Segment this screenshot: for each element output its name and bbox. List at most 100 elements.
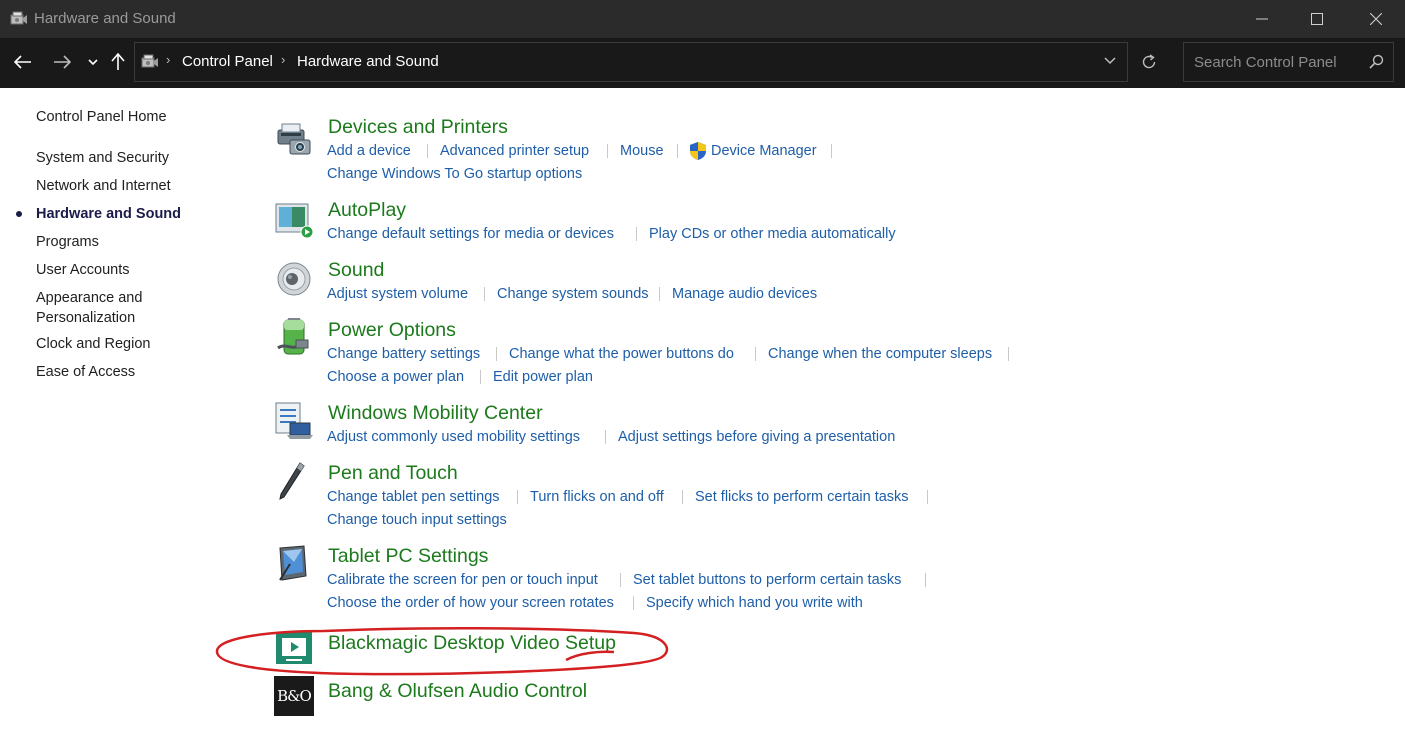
tablet-buttons-link[interactable]: Set tablet buttons to perform certain ta… [633,570,901,590]
nav-ease-of-access[interactable]: Ease of Access [36,362,135,382]
arrow-right-icon [54,55,71,69]
tablet-pen-settings-link[interactable]: Change tablet pen settings [327,487,500,507]
windows-mobility-center-title[interactable]: Windows Mobility Center [328,401,543,425]
link-separator [480,370,481,384]
adjust-system-volume-link[interactable]: Adjust system volume [327,284,468,304]
maximize-button[interactable] [1291,0,1343,38]
nav-hardware-and-sound[interactable]: Hardware and Sound [36,204,181,224]
nav-programs[interactable]: Programs [36,232,99,252]
link-separator [607,144,608,158]
link-separator [427,144,428,158]
search-placeholder: Search Control Panel [1194,54,1337,71]
uac-shield-icon [690,142,706,160]
choose-power-plan-link[interactable]: Choose a power plan [327,367,464,387]
link-separator [831,144,832,158]
play-cds-link[interactable]: Play CDs or other media automatically [649,224,896,244]
touch-input-settings-link[interactable]: Change touch input settings [327,510,507,530]
nav-system-and-security[interactable]: System and Security [36,148,169,168]
nav-appearance-line1[interactable]: Appearance and [36,288,142,308]
refresh-button[interactable] [1130,42,1168,82]
close-icon [1370,13,1382,25]
control-panel-icon [141,54,158,68]
chevron-down-icon [88,59,98,66]
nav-control-panel-home[interactable]: Control Panel Home [36,107,167,127]
battery-icon[interactable] [274,318,314,358]
chevron-right-icon: › [281,52,286,67]
sound-title[interactable]: Sound [328,258,384,282]
chevron-down-icon[interactable] [1103,54,1117,68]
navigation-bar: › Control Panel › Hardware and Sound Sea… [0,38,1405,88]
writing-hand-link[interactable]: Specify which hand you write with [646,593,863,613]
forward-button[interactable] [50,50,74,74]
recent-locations-button[interactable] [81,50,105,74]
link-separator [496,347,497,361]
link-separator [605,430,606,444]
chevron-right-icon: › [166,52,171,67]
arrow-up-icon [111,53,125,70]
windows-to-go-link[interactable]: Change Windows To Go startup options [327,164,582,184]
minimize-icon [1256,18,1268,20]
link-separator [659,287,660,301]
tablet-pc-icon[interactable] [274,544,314,584]
search-box[interactable]: Search Control Panel [1183,42,1394,82]
current-page-bullet [16,211,22,217]
presentation-settings-link[interactable]: Adjust settings before giving a presenta… [618,427,895,447]
minimize-button[interactable] [1236,0,1288,38]
link-separator [677,144,678,158]
breadcrumb-hardware-and-sound[interactable]: Hardware and Sound [297,53,439,70]
device-manager-link[interactable]: Device Manager [711,141,817,161]
calibrate-screen-link[interactable]: Calibrate the screen for pen or touch in… [327,570,598,590]
link-separator [620,573,621,587]
change-system-sounds-link[interactable]: Change system sounds [497,284,649,304]
bang-olufsen-title[interactable]: Bang & Olufsen Audio Control [328,679,587,703]
set-flicks-link[interactable]: Set flicks to perform certain tasks [695,487,909,507]
address-bar[interactable]: › Control Panel › Hardware and Sound [134,42,1128,82]
search-icon[interactable] [1369,54,1384,69]
printer-camera-icon[interactable] [274,120,314,160]
change-battery-settings-link[interactable]: Change battery settings [327,344,480,364]
nav-user-accounts[interactable]: User Accounts [36,260,130,280]
autoplay-title[interactable]: AutoPlay [328,198,406,222]
breadcrumb-control-panel[interactable]: Control Panel [182,53,273,70]
title-bar: Hardware and Sound [0,0,1405,38]
link-separator [755,347,756,361]
tablet-pc-settings-title[interactable]: Tablet PC Settings [328,544,488,568]
power-buttons-link[interactable]: Change what the power buttons do [509,344,734,364]
mobility-center-icon[interactable] [274,401,314,441]
devices-and-printers-title[interactable]: Devices and Printers [328,115,508,139]
nav-clock-and-region[interactable]: Clock and Region [36,334,150,354]
nav-network-and-internet[interactable]: Network and Internet [36,176,171,196]
bang-olufsen-icon[interactable]: B&O [274,676,314,716]
refresh-icon [1142,54,1156,69]
link-separator [517,490,518,504]
computer-sleeps-link[interactable]: Change when the computer sleeps [768,344,992,364]
back-button[interactable] [11,50,35,74]
control-panel-icon [10,11,27,25]
screen-rotation-order-link[interactable]: Choose the order of how your screen rota… [327,593,614,613]
edit-power-plan-link[interactable]: Edit power plan [493,367,593,387]
maximize-icon [1311,13,1323,25]
blackmagic-title[interactable]: Blackmagic Desktop Video Setup [328,631,616,655]
blackmagic-icon[interactable] [274,628,314,668]
mouse-link[interactable]: Mouse [620,141,664,161]
close-button[interactable] [1350,0,1402,38]
pen-icon[interactable] [274,461,314,501]
speaker-icon[interactable] [274,259,314,299]
up-button[interactable] [106,50,130,74]
pen-and-touch-title[interactable]: Pen and Touch [328,461,458,485]
add-a-device-link[interactable]: Add a device [327,141,411,161]
link-separator [1008,347,1009,361]
mobility-settings-link[interactable]: Adjust commonly used mobility settings [327,427,580,447]
advanced-printer-setup-link[interactable]: Advanced printer setup [440,141,589,161]
power-options-title[interactable]: Power Options [328,318,456,342]
autoplay-default-settings-link[interactable]: Change default settings for media or dev… [327,224,614,244]
autoplay-icon[interactable] [274,200,314,240]
link-separator [633,596,634,610]
nav-appearance-line2[interactable]: Personalization [36,308,135,328]
manage-audio-devices-link[interactable]: Manage audio devices [672,284,817,304]
link-separator [636,227,637,241]
link-separator [682,490,683,504]
link-separator [484,287,485,301]
link-separator [927,490,928,504]
turn-flicks-link[interactable]: Turn flicks on and off [530,487,664,507]
